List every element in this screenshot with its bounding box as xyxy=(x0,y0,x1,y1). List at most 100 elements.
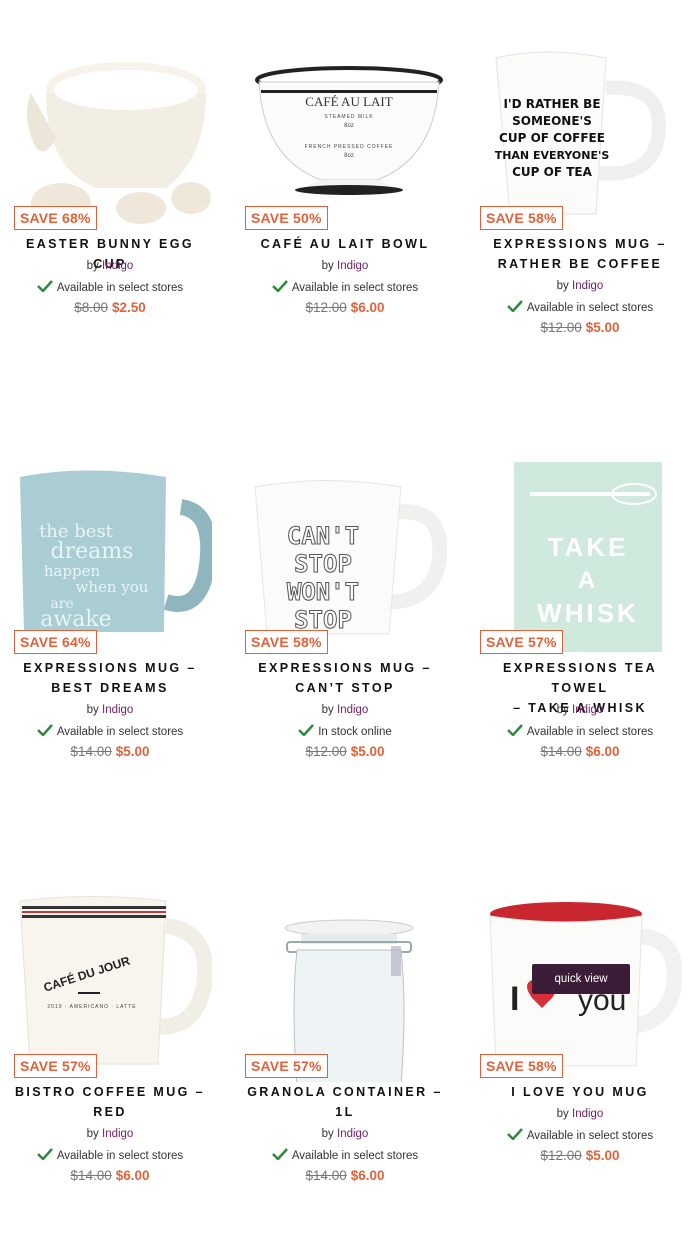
brand-line: by Indigo xyxy=(245,1124,445,1144)
original-price: $14.00 xyxy=(540,744,582,759)
check-icon xyxy=(506,300,523,312)
brand-link[interactable]: Indigo xyxy=(572,280,603,292)
product-title[interactable]: Expressions Mug – Can’t Stop xyxy=(245,658,445,698)
price-line: $14.00 $6.00 xyxy=(10,1166,210,1186)
brand-prefix: by xyxy=(321,704,334,716)
brand-link[interactable]: Indigo xyxy=(102,1128,133,1140)
mug-text-line: I'D RATHER BE xyxy=(503,97,600,111)
product-title[interactable]: I Love You Mug xyxy=(480,1082,680,1102)
save-badge: SAVE 68% xyxy=(14,206,97,230)
sale-price: $6.00 xyxy=(350,300,385,315)
product-image[interactable]: TAKE A WHISK xyxy=(486,462,682,658)
mug-text-line: CUP OF COFFEE xyxy=(499,131,605,145)
save-badge: SAVE 58% xyxy=(480,206,563,230)
product-title[interactable]: Bistro Coffee Mug – Red xyxy=(10,1082,210,1122)
brand-link[interactable]: Indigo xyxy=(337,704,368,716)
availability-text: Available in select stores xyxy=(291,1150,419,1162)
sale-price: $6.00 xyxy=(585,744,620,759)
sale-price: $5.00 xyxy=(585,320,620,335)
brand-prefix: by xyxy=(556,704,569,716)
price-line: $14.00 $5.00 xyxy=(10,742,210,762)
save-badge: SAVE 50% xyxy=(245,206,328,230)
product-card[interactable]: I'D RATHER BE SOMEONE'S CUP OF COFFEE TH… xyxy=(480,0,682,400)
product-title[interactable]: Expressions Mug – Best Dreams xyxy=(10,658,210,698)
original-price: $12.00 xyxy=(540,320,582,335)
mug-text-line: CAN'T xyxy=(287,522,359,550)
check-icon xyxy=(506,1128,523,1140)
availability-line: Available in select stores xyxy=(10,1146,210,1166)
availability-text: Available in select stores xyxy=(526,1130,654,1142)
product-image[interactable]: CAN'T STOP WON'T STOP xyxy=(251,462,447,658)
original-price: $12.00 xyxy=(540,1148,582,1163)
bowl-sub: 8oz xyxy=(344,123,354,129)
original-price: $12.00 xyxy=(305,744,347,759)
mug-text-line: THAN EVERYONE'S xyxy=(495,149,610,162)
product-image[interactable] xyxy=(251,886,447,1082)
brand-line: by Indigo xyxy=(245,700,445,720)
mug-text-line: awake xyxy=(40,607,111,632)
availability-text: Available in select stores xyxy=(291,282,419,294)
original-price: $14.00 xyxy=(70,1168,112,1183)
brand-link[interactable]: Indigo xyxy=(337,1128,368,1140)
availability-line: Available in select stores xyxy=(480,722,680,742)
price-line: $12.00 $5.00 xyxy=(480,1146,680,1166)
brand-link[interactable]: Indigo xyxy=(102,704,133,716)
bowl-label: CAFÉ AU LAIT xyxy=(305,94,392,109)
original-price: $12.00 xyxy=(305,300,347,315)
towel-text-line: TAKE xyxy=(548,532,629,562)
check-icon xyxy=(271,280,288,292)
love-text: I xyxy=(510,980,519,1018)
product-card[interactable]: CAN'T STOP WON'T STOP SAVE 58% Expression… xyxy=(245,424,447,824)
save-badge: SAVE 57% xyxy=(480,630,563,654)
brand-link[interactable]: Indigo xyxy=(337,260,368,272)
brand-line: by Indigo xyxy=(10,700,210,720)
save-badge: SAVE 58% xyxy=(245,630,328,654)
price-line: $12.00 $5.00 xyxy=(480,318,680,338)
price-line: $12.00 $6.00 xyxy=(245,298,445,318)
product-title[interactable]: Expressions Mug – Rather Be Coffee xyxy=(480,234,680,274)
save-badge: SAVE 58% xyxy=(480,1054,563,1078)
save-badge: SAVE 64% xyxy=(14,630,97,654)
bowl-sub: 8oz xyxy=(344,153,354,159)
brand-link[interactable]: Indigo xyxy=(572,1108,603,1120)
brand-prefix: by xyxy=(86,704,99,716)
brand-line: by Indigo xyxy=(245,256,445,276)
product-card[interactable]: I you SAVE 58% I Love You Mug by Indigo Ava… xyxy=(480,848,682,1248)
check-icon xyxy=(298,724,315,736)
product-image[interactable]: CAFÉ DU JOUR 2019 · AMERICANO · LATTE xyxy=(16,886,212,1082)
product-title[interactable]: Café Au Lait Bowl xyxy=(245,234,445,254)
product-image[interactable] xyxy=(16,38,212,234)
brand-link[interactable]: Indigo xyxy=(102,260,133,272)
sale-price: $2.50 xyxy=(112,300,146,315)
brand-prefix: by xyxy=(556,280,569,292)
check-icon xyxy=(506,724,523,736)
product-card[interactable]: CAFÉ DU JOUR 2019 · AMERICANO · LATTE SA… xyxy=(10,848,212,1248)
product-image[interactable]: the best dreams happen when you are awak… xyxy=(16,462,212,658)
towel-text-line: A xyxy=(578,567,598,594)
check-icon xyxy=(36,724,53,736)
availability-line: Available in select stores xyxy=(10,722,210,742)
sale-price: $5.00 xyxy=(350,744,385,759)
mug-text-line: WON'T xyxy=(287,578,359,606)
product-image[interactable]: I'D RATHER BE SOMEONE'S CUP OF COFFEE TH… xyxy=(486,38,682,234)
product-card[interactable]: CAFÉ AU LAIT STEAMED MILK 8oz FRENCH PRE… xyxy=(245,0,447,400)
original-price: $14.00 xyxy=(305,1168,347,1183)
product-image[interactable]: CAFÉ AU LAIT STEAMED MILK 8oz FRENCH PRE… xyxy=(251,38,447,234)
sale-price: $6.00 xyxy=(115,1168,150,1183)
availability-line: Available in select stores xyxy=(245,278,445,298)
brand-prefix: by xyxy=(556,1108,569,1120)
save-badge: SAVE 57% xyxy=(245,1054,328,1078)
product-card[interactable]: SAVE 57% Granola Container –1L by Indigo Av… xyxy=(245,848,447,1248)
availability-line: Available in select stores xyxy=(480,298,680,318)
original-price: $14.00 xyxy=(70,744,112,759)
brand-link[interactable]: Indigo xyxy=(572,704,603,716)
brand-line: by Indigo xyxy=(10,256,210,276)
sale-price: $6.00 xyxy=(350,1168,385,1183)
product-card[interactable]: SAVE 68% Easter Bunny Egg Cup by Indigo Ava… xyxy=(10,0,212,400)
brand-prefix: by xyxy=(321,1128,334,1140)
product-card[interactable]: the best dreams happen when you are awak… xyxy=(10,424,212,824)
product-card[interactable]: TAKE A WHISK SAVE 57% Expressions Tea Tow… xyxy=(480,424,682,824)
product-title[interactable]: Granola Container –1L xyxy=(245,1082,445,1122)
product-grid: SAVE 68% Easter Bunny Egg Cup by Indigo Ava… xyxy=(0,0,697,1224)
quick-view-button[interactable]: quick view xyxy=(532,964,630,994)
